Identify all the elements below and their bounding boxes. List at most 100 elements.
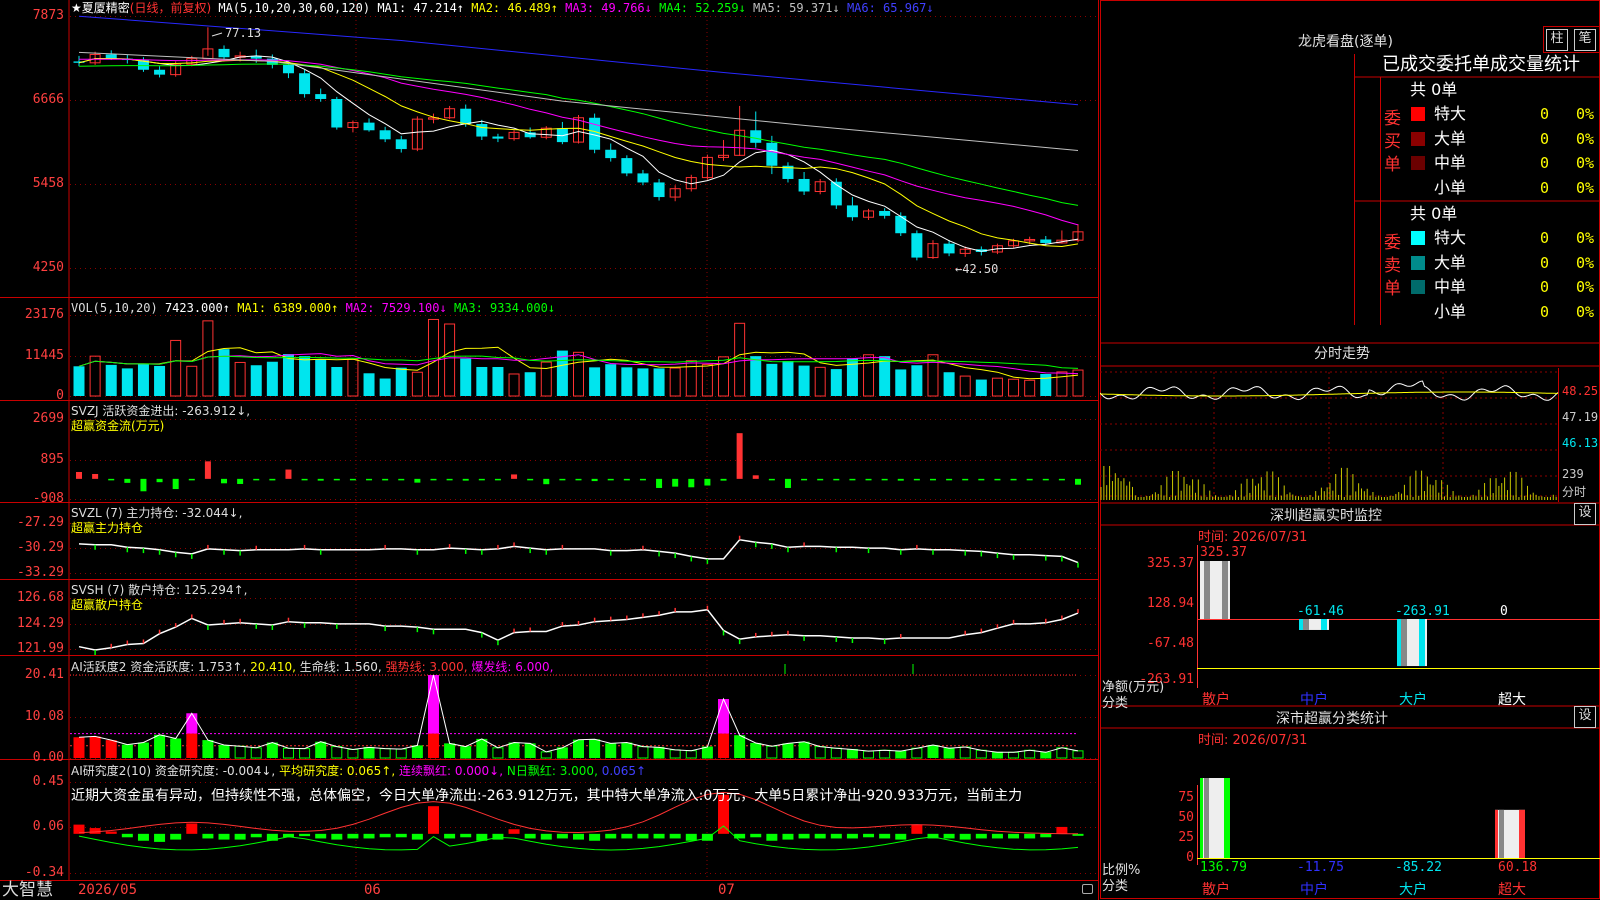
sell-total: 共 0单 [1410,204,1458,223]
tick-mode-button[interactable]: 笔 [1574,29,1596,51]
kline-chart-area[interactable]: ★夏厦精密(日线，前复权) MA(5,10,20,30,60,120) MA1:… [0,0,1100,900]
activity-bar [299,748,311,759]
activity-bar [863,750,875,759]
svzl-ytick: -33.29 [17,565,64,580]
monitor-bar-shade [1204,561,1210,619]
activity-bar [669,749,681,759]
volume-bar [750,356,762,396]
fund-flow-bar [204,461,211,479]
air-ytick: 0.45 [32,774,64,789]
sz-monitor-settings-button[interactable]: 设 [1574,503,1596,525]
fund-flow-bar [317,478,324,481]
sz-stats-title: 深市超赢分类统计 [1276,711,1388,727]
monitor-bar-shade [1401,619,1407,667]
legend-swatch [1411,280,1425,294]
candle-body [766,142,778,166]
activity-bar [89,736,101,758]
legend-item: MA4: 52.259↓ [659,1,754,15]
legend-item: 生命线: 1.560, [299,660,386,674]
order-label: 中单 [1434,153,1467,172]
monitor-bar-shade [1321,619,1327,630]
candle-body [605,149,617,159]
volume-bar [911,365,923,396]
research-bar [685,833,697,841]
fund-flow-bar [462,478,469,481]
candle-body [637,173,649,183]
activity-bar [846,748,858,759]
activity-bar [879,749,891,759]
bar-mode-button[interactable]: 柱 [1546,29,1568,51]
activity-bar [186,733,198,758]
order-count: 0 [1540,253,1550,272]
legend-item: MA1: 47.214↑ [377,1,472,15]
vol-ytick: 0 [56,388,64,403]
activity-bar [121,744,133,758]
activity-bar [1056,747,1068,759]
volume-bar [379,378,391,396]
activity-bar [718,699,730,734]
sz-monitor-ytick: 325.37 [1147,556,1194,571]
ai2-ytick: 20.41 [24,667,64,682]
research-bar [137,833,149,841]
lock-icon[interactable] [1082,884,1093,894]
order-label: 小单 [1434,177,1467,197]
volume-bar [573,351,584,397]
volume-bar [299,356,311,396]
activity-bar [331,746,343,759]
volume-bar [234,361,246,397]
sz-stats-value: 60.18 [1498,860,1538,875]
activity-bar [605,743,617,758]
air-ytick: -0.34 [24,865,64,880]
candle-body [476,124,488,137]
legend-item: 连续飘红: 0.000↓, [398,764,507,778]
candle-body [492,136,504,139]
sz-monitor-value: 0 [1500,604,1508,619]
activity-bar [750,742,762,758]
fund-flow-bar [897,478,904,481]
volume-bar [1040,373,1052,396]
legend-item: AI活跃度2 资金活跃度: 1.753↑, [71,660,251,674]
activity-bar [959,746,971,759]
candle-body [105,54,117,59]
research-bar [89,828,101,834]
fund-flow-bar [527,478,534,481]
fund-flow-bar [478,478,485,481]
legend-swatch [1411,304,1425,319]
intraday-price-high: 48.25 [1562,384,1599,398]
legend-swatch [1411,131,1425,146]
activity-bar [444,743,456,758]
sz-stats-category: 散户 [1202,882,1230,898]
low-price-label: ←42.50 [955,262,999,276]
svzl-sub: 超赢主力持仓 [71,521,144,535]
ai-activity-legend: AI活跃度2 资金活跃度: 1.753↑, 20.410, 生命线: 1.560… [71,660,553,674]
high-pointer [211,32,223,37]
sz-stats-settings-button[interactable]: 设 [1574,706,1596,728]
fund-flow-bar [285,469,292,479]
research-bar [782,833,794,840]
stats-bar-shade [1499,809,1504,858]
ma-line [78,58,1079,248]
research-bar [202,833,214,839]
legend-item: 0.065↑ [601,764,647,778]
main-header: ★夏厦精密(日线，前复权) MA(5,10,20,30,60,120) MA1:… [71,1,934,15]
research-bar [556,833,568,839]
ma-label: MA(5,10,20,30,60,120) [218,1,371,15]
fund-flow-bar [672,478,679,487]
candle-body [653,182,665,198]
fund-flow-bar [656,478,663,488]
activity-bar [315,741,327,758]
activity-bar [1040,751,1052,759]
research-bar [991,833,1003,839]
candle-body [798,178,810,192]
svzl-ytick: -27.29 [17,515,64,530]
volume-bar [282,354,294,396]
legend-item: 20.410, [250,660,300,674]
candle-body [315,94,327,99]
candle-body [282,64,294,74]
fund-flow-bar [398,478,405,481]
legend-swatch [1411,231,1425,245]
activity-bar [395,748,407,759]
volume-bar [170,339,182,397]
legend-item: AI研究度2(10) 资金研究度: -0.004↓, [71,764,280,778]
fund-flow-bar [140,478,147,492]
